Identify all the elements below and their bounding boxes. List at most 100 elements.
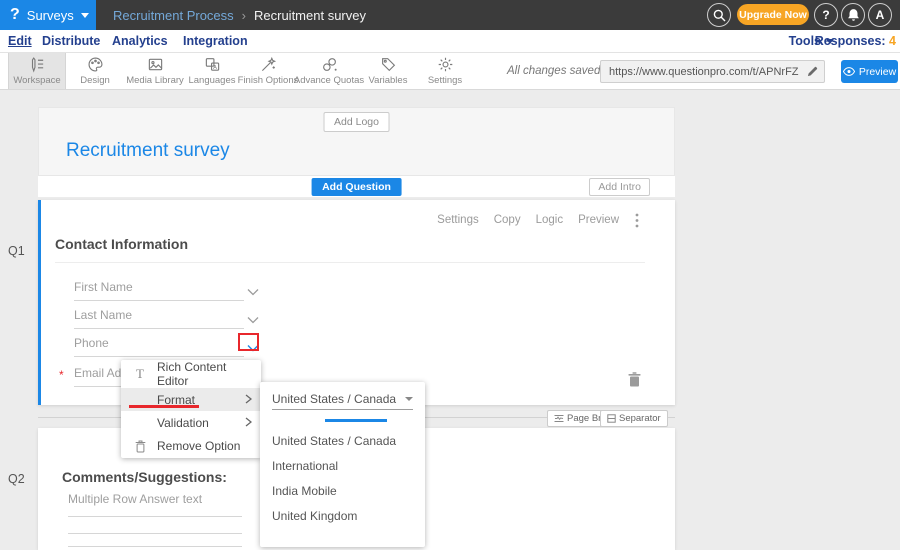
account-avatar[interactable]: A (868, 3, 892, 27)
annotation-underline (129, 405, 199, 408)
format-option-international[interactable]: International (272, 454, 417, 479)
top-header: ? Surveys Recruitment Process › Recruitm… (0, 0, 900, 30)
add-question-button[interactable]: Add Question (311, 178, 402, 196)
field-dropdown-last-name[interactable] (247, 311, 259, 329)
format-selected-value: United States / Canada (272, 392, 396, 406)
responses-link[interactable]: Responses: 4 (815, 30, 896, 52)
toolbar-item-label: Settings (428, 75, 462, 86)
tab-edit[interactable]: Edit (8, 30, 32, 52)
field-label-last-name[interactable]: Last Name (74, 308, 132, 322)
palette-icon (87, 56, 104, 73)
toolbar-item-label: Variables (369, 75, 408, 86)
preview-label: Preview (859, 66, 896, 78)
questionpro-logo-icon: ? (10, 7, 20, 23)
row-options-context-menu: T Rich Content Editor Format Validation … (121, 360, 261, 458)
survey-title[interactable]: Recruitment survey (66, 140, 230, 162)
toolbar-item-languages[interactable]: A Languages (186, 53, 238, 89)
menu-item-validation[interactable]: Validation (121, 411, 261, 434)
search-button[interactable] (707, 3, 731, 27)
breadcrumb-separator: › (242, 8, 246, 23)
delete-row-button[interactable] (628, 372, 641, 392)
translate-icon: A (204, 56, 221, 73)
submenu-chevron-icon (245, 393, 252, 407)
field-label-phone[interactable]: Phone (74, 336, 109, 350)
save-status-text: All changes saved (507, 53, 600, 89)
ellipsis-vertical-icon (635, 213, 639, 228)
toolbar-item-design[interactable]: Design (66, 53, 124, 89)
trash-icon (130, 440, 150, 453)
answer-underline (68, 546, 242, 547)
question-settings-link[interactable]: Settings (437, 214, 479, 226)
notifications-button[interactable] (841, 3, 865, 27)
field-label-first-name[interactable]: First Name (74, 280, 133, 294)
tab-analytics[interactable]: Analytics (112, 30, 168, 52)
format-option-us-canada[interactable]: United States / Canada (272, 429, 417, 454)
multi-row-answer-placeholder[interactable]: Multiple Row Answer text (68, 492, 202, 506)
survey-editor-canvas-area: Q1 Q2 Add Logo Recruitment survey Add Qu… (0, 90, 900, 550)
field-underline (74, 300, 244, 301)
product-menu-label: Surveys (27, 8, 74, 23)
question-number-q2: Q2 (8, 472, 25, 486)
page-break-icon (554, 414, 564, 423)
annotation-highlight-box (238, 333, 259, 351)
trash-icon (628, 372, 641, 387)
menu-item-format[interactable]: Format (121, 388, 261, 411)
text-editor-icon: T (130, 366, 150, 382)
eye-icon (843, 67, 855, 76)
tab-integration[interactable]: Integration (183, 30, 248, 52)
question-copy-link[interactable]: Copy (494, 214, 521, 226)
toolbar-item-workspace[interactable]: Workspace (8, 53, 66, 89)
question-title[interactable]: Comments/Suggestions: (62, 469, 227, 485)
field-underline (74, 328, 244, 329)
question-logic-link[interactable]: Logic (536, 214, 564, 226)
magic-wand-icon (260, 56, 277, 73)
select-underline (272, 409, 413, 410)
preview-button[interactable]: Preview (841, 60, 898, 83)
add-logo-button[interactable]: Add Logo (323, 112, 390, 132)
toolbar-item-settings[interactable]: Settings (416, 53, 474, 89)
menu-item-label: Validation (157, 416, 209, 430)
menu-item-remove-option[interactable]: Remove Option (121, 435, 261, 458)
gear-icon (437, 56, 454, 73)
field-underline (74, 356, 244, 357)
toolbar-item-finish-options[interactable]: Finish Options (238, 53, 298, 89)
editor-toolbar: Workspace Design Media Library A Languag… (0, 53, 900, 90)
tag-icon (380, 56, 397, 73)
format-option-india-mobile[interactable]: India Mobile (272, 479, 417, 504)
questionpro-survey-editor: ? Surveys Recruitment Process › Recruitm… (0, 0, 900, 550)
toolbar-item-advance-quotas[interactable]: Advance Quotas (298, 53, 360, 89)
toolbar-item-variables[interactable]: Variables (360, 53, 416, 89)
divider (55, 262, 645, 263)
pencil-icon (807, 66, 818, 77)
help-button[interactable]: ? (814, 3, 838, 27)
surveys-product-menu[interactable]: ? Surveys (0, 0, 96, 30)
menu-item-rich-content-editor[interactable]: T Rich Content Editor (121, 360, 261, 388)
format-option-united-kingdom[interactable]: United Kingdom (272, 504, 417, 529)
toolbar-item-label: Media Library (126, 75, 184, 86)
chevron-down-icon (247, 288, 259, 296)
question-preview-link[interactable]: Preview (578, 214, 619, 226)
question-title[interactable]: Contact Information (55, 236, 188, 252)
responses-label: Responses: (815, 34, 886, 48)
field-dropdown-first-name[interactable] (247, 283, 259, 301)
help-icon: ? (822, 8, 829, 22)
menu-item-label: Rich Content Editor (157, 360, 261, 388)
question-more-menu-button[interactable] (635, 213, 639, 233)
answer-underline (68, 533, 242, 534)
toolbar-item-media-library[interactable]: Media Library (124, 53, 186, 89)
separator-button[interactable]: Separator (600, 410, 668, 427)
tab-distribute[interactable]: Distribute (42, 30, 100, 52)
add-intro-button[interactable]: Add Intro (589, 178, 650, 196)
svg-text:A: A (213, 65, 217, 71)
chevron-down-icon (405, 397, 413, 401)
edit-url-button[interactable] (801, 66, 824, 77)
add-question-strip: Add Question Add Intro (38, 176, 675, 197)
survey-header-block: Add Logo Recruitment survey (38, 107, 675, 176)
breadcrumb-parent[interactable]: Recruitment Process (113, 8, 234, 23)
responses-count: 4 (889, 34, 896, 48)
survey-url-field[interactable]: https://www.questionpro.com/t/APNrFZ (600, 60, 825, 83)
upgrade-label: Upgrade Now (739, 9, 807, 21)
format-select[interactable]: United States / Canada (272, 388, 413, 409)
upgrade-now-button[interactable]: Upgrade Now (737, 4, 809, 25)
search-icon (713, 9, 726, 22)
